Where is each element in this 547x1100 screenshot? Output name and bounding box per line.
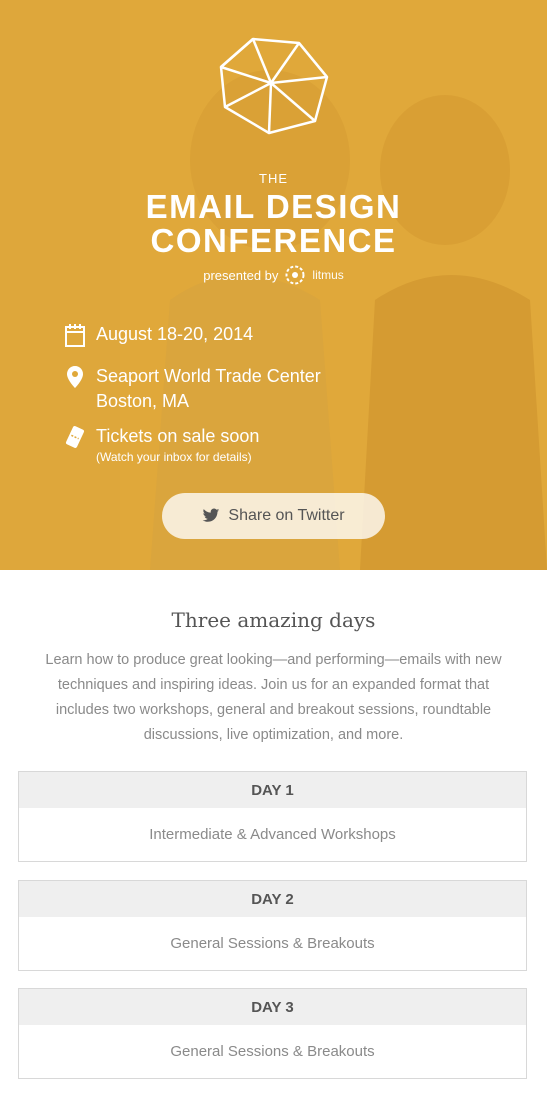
section-title: Three amazing days [171, 608, 376, 632]
hero-banner: THE EMAIL DESIGN CONFERENCE presented by… [0, 0, 547, 570]
venue-city: Boston, MA [96, 391, 190, 411]
geodesic-logo-icon [219, 37, 329, 135]
litmus-logo-icon [285, 265, 305, 285]
day-description: Intermediate & Advanced Workshops [149, 826, 396, 843]
twitter-bird-icon [203, 508, 220, 522]
venue-name: Seaport World Trade Center [96, 366, 321, 386]
day-label: DAY 3 [19, 989, 526, 1025]
day-label: DAY 2 [19, 881, 526, 917]
share-twitter-label: Share on Twitter [228, 507, 345, 524]
ticket-icon [65, 426, 85, 448]
conference-title-line-2: CONFERENCE [150, 222, 397, 259]
section-description: Learn how to produce great looking—and p… [45, 652, 502, 743]
tickets-row: Tickets on sale soon (Watch your inbox f… [64, 424, 259, 465]
calendar-icon [65, 324, 85, 347]
presented-by: presented by litmus [0, 265, 547, 285]
day-description: General Sessions & Breakouts [170, 935, 375, 952]
day-card: DAY 3 General Sessions & Breakouts [18, 988, 527, 1079]
tickets-note: (Watch your inbox for details) [96, 450, 252, 464]
day-card: DAY 2 General Sessions & Breakouts [18, 880, 527, 971]
conference-title-line-1: EMAIL DESIGN [145, 188, 402, 225]
sponsor-name: litmus [312, 268, 344, 282]
day-card: DAY 1 Intermediate & Advanced Workshops [18, 771, 527, 862]
tickets-status: Tickets on sale soon [96, 426, 260, 446]
presented-by-label: presented by [203, 267, 279, 283]
share-twitter-button[interactable]: Share on Twitter [162, 493, 385, 539]
event-date-row: August 18-20, 2014 [64, 322, 253, 348]
event-date: August 18-20, 2014 [96, 324, 254, 344]
day-description: General Sessions & Breakouts [170, 1043, 375, 1060]
day-label: DAY 1 [19, 772, 526, 808]
map-pin-icon [67, 366, 83, 388]
event-venue-row: Seaport World Trade Center Boston, MA [64, 364, 321, 414]
title-prefix: THE [259, 171, 288, 186]
